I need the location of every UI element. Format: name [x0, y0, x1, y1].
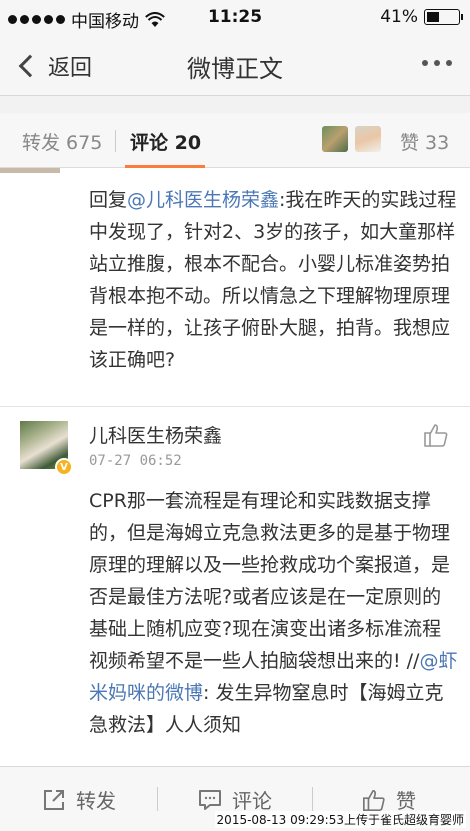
verified-badge-icon: V	[55, 458, 73, 476]
tab-divider	[115, 130, 116, 152]
like-label: 赞	[396, 789, 416, 813]
repost-button[interactable]: 转发	[42, 785, 116, 814]
more-icon[interactable]	[422, 60, 452, 66]
toolbar-divider	[312, 787, 313, 811]
page-title: 微博正文	[187, 55, 283, 83]
like-button[interactable]: 赞	[362, 785, 416, 814]
comment-username[interactable]: 儿科医生杨荣鑫	[89, 421, 222, 448]
reply-text: 回复@儿科医生杨荣鑫:我在昨天的实践过程中发现了，针对2、3岁的孩子，如大童那样…	[89, 189, 457, 371]
bottom-toolbar: 转发 评论 赞 2015-08-13 09:29:53上传于雀氏超级育婴师	[0, 766, 470, 831]
thumbs-up-icon[interactable]	[423, 422, 449, 448]
nav-bar: 返回 微博正文	[0, 34, 470, 96]
mention-link[interactable]: @儿科医生杨荣鑫	[127, 189, 279, 211]
liker-avatar[interactable]	[322, 126, 348, 152]
tab-comment[interactable]: 评论 20	[130, 128, 201, 155]
comment-text: CPR那一套流程是有理论和实践数据支撑的，但是海姆立克急救法更多的是基于物理原理…	[89, 490, 458, 736]
comment-label: 评论	[232, 789, 272, 813]
repost-label: 转发	[76, 789, 116, 813]
battery-icon	[424, 9, 463, 25]
repost-icon	[44, 789, 64, 810]
battery-percent: 41%	[380, 7, 418, 27]
comment-timestamp: 07-27 06:52	[89, 453, 182, 469]
toolbar-divider	[157, 787, 158, 811]
tab-bar: 转发 675 评论 20 赞 33	[0, 113, 470, 168]
comment-button[interactable]: 评论	[198, 785, 272, 814]
comment-icon	[199, 789, 221, 810]
status-bar: 中国移动 11:25 41%	[0, 0, 470, 34]
divider	[0, 406, 470, 407]
battery-status: 41%	[380, 7, 463, 27]
tab-repost[interactable]: 转发 675	[22, 128, 102, 155]
liker-avatar[interactable]	[355, 126, 381, 152]
previous-avatar-edge	[0, 168, 60, 173]
comment-list: 回复@儿科医生杨荣鑫:我在昨天的实践过程中发现了，针对2、3岁的孩子，如大童那样…	[0, 168, 470, 766]
thumbs-up-icon	[363, 789, 385, 811]
upload-watermark: 2015-08-13 09:29:53上传于雀氏超级育婴师	[214, 811, 466, 828]
tab-likes[interactable]: 赞 33	[400, 128, 449, 155]
